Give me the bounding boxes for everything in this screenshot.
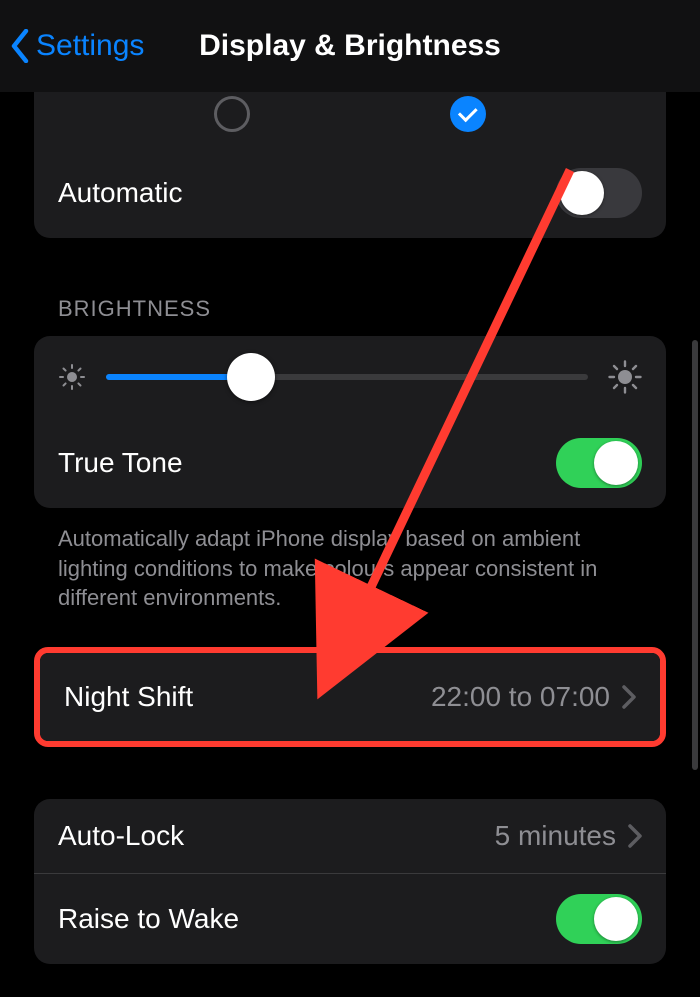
true-tone-toggle[interactable] [556, 438, 642, 488]
brightness-thumb[interactable] [227, 353, 275, 401]
true-tone-label: True Tone [58, 447, 183, 479]
brightness-low-icon [58, 363, 86, 391]
appearance-group: Automatic [34, 92, 666, 238]
auto-lock-detail: 5 minutes [495, 820, 616, 852]
appearance-dark-radio[interactable] [450, 96, 486, 132]
chevron-right-icon [628, 824, 642, 848]
chevron-right-icon [622, 685, 636, 709]
chevron-left-icon [10, 29, 30, 63]
true-tone-footer: Automatically adapt iPhone display based… [34, 508, 666, 613]
raise-to-wake-row: Raise to Wake [34, 873, 666, 964]
appearance-light-radio[interactable] [214, 96, 250, 132]
brightness-group: True Tone [34, 336, 666, 508]
automatic-toggle[interactable] [556, 168, 642, 218]
lock-group: Auto-Lock 5 minutes Raise to Wake [34, 799, 666, 964]
raise-to-wake-label: Raise to Wake [58, 903, 239, 935]
back-label: Settings [36, 29, 144, 63]
night-shift-label: Night Shift [64, 681, 193, 713]
brightness-header: BRIGHTNESS [34, 238, 666, 336]
brightness-slider-row [34, 336, 666, 418]
night-shift-row[interactable]: Night Shift 22:00 to 07:00 [40, 653, 660, 741]
brightness-high-icon [608, 360, 642, 394]
back-button[interactable]: Settings [10, 29, 144, 63]
night-shift-highlight: Night Shift 22:00 to 07:00 [34, 647, 666, 747]
auto-lock-label: Auto-Lock [58, 820, 184, 852]
automatic-label: Automatic [58, 177, 183, 209]
scrollbar[interactable] [692, 340, 698, 770]
raise-to-wake-toggle[interactable] [556, 894, 642, 944]
night-shift-detail: 22:00 to 07:00 [431, 681, 610, 713]
auto-lock-row[interactable]: Auto-Lock 5 minutes [34, 799, 666, 873]
page-title: Display & Brightness [199, 29, 501, 63]
navbar: Settings Display & Brightness [0, 0, 700, 92]
brightness-slider[interactable] [106, 374, 588, 380]
